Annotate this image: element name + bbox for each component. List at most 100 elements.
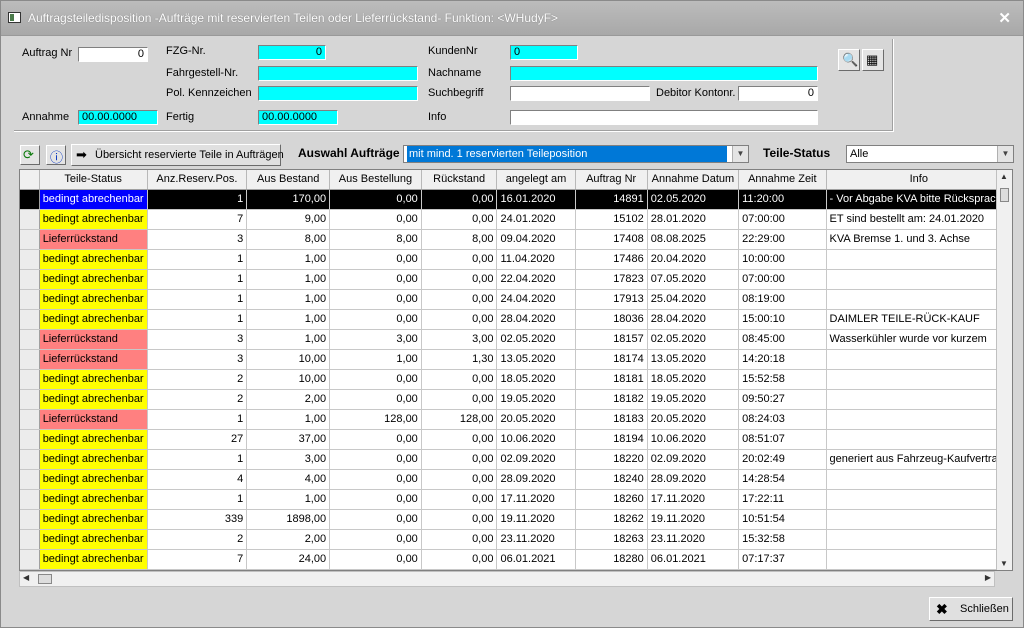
row-selector[interactable] [20,249,40,270]
column-header[interactable]: Teile-Status [39,170,148,190]
kennzeichen-field[interactable] [258,86,418,101]
row-selector[interactable] [20,529,40,550]
info-button[interactable]: ⓘ [46,145,66,165]
vertical-scrollbar[interactable]: ▲ ▼ [996,170,1012,570]
fzg-nr-field[interactable]: 0 [258,45,326,60]
refresh-button[interactable]: ⟳ [20,145,40,165]
row-selector[interactable] [20,209,40,230]
table-row[interactable]: bedingt abrechenbar 2 10,00 0,00 0,00 18.05.2… [20,369,1012,390]
table-row[interactable]: bedingt abrechenbar 1 1,00 0,00 0,00 28.04.20… [20,309,1012,330]
info-label: Info [428,111,447,123]
row-selector[interactable] [20,449,40,470]
column-header[interactable]: Annahme Datum [647,170,740,190]
row-selector[interactable] [20,469,40,490]
dropdown-arrow-icon[interactable]: ▼ [997,146,1013,162]
close-icon[interactable]: ✕ [998,9,1011,27]
cell-bestellung: 0,00 [329,389,422,410]
row-selector[interactable] [20,289,40,310]
row-selector[interactable] [20,389,40,410]
dropdown-arrow-icon[interactable]: ▼ [732,146,748,162]
row-selector[interactable] [20,489,40,510]
annahme-field[interactable]: 00.00.0000 [78,110,158,125]
column-header[interactable]: Info [826,170,1012,190]
column-header[interactable]: Aus Bestellung [329,170,422,190]
table-row[interactable]: bedingt abrechenbar 4 4,00 0,00 0,00 28.09.20… [20,469,1012,490]
row-selector[interactable] [20,329,40,350]
cell-info [826,249,1012,270]
table-row[interactable]: bedingt abrechenbar 1 170,00 0,00 0,00 16.01.… [20,189,1012,210]
close-button[interactable]: ✖ Schließen [929,597,1013,621]
table-row[interactable]: Lieferrückstand 3 1,00 3,00 3,00 02.05.2020 18… [20,329,1012,350]
cell-bestellung: 128,00 [329,409,422,430]
cell-info [826,489,1012,510]
column-header[interactable]: Annahme Zeit [738,170,827,190]
cell-anz: 3 [147,329,248,350]
horizontal-scrollbar[interactable]: ◀ ▶ [19,571,995,587]
info-icon: ⓘ [50,150,64,165]
auftrag-nr-field[interactable]: 0 [78,47,148,62]
row-selector[interactable] [20,429,40,450]
table-row[interactable]: bedingt abrechenbar 7 24,00 0,00 0,00 06.01.2… [20,549,1012,570]
overview-reserved-button[interactable]: ➡ Übersicht reservierte Teile in Aufträg… [71,144,284,166]
row-selector[interactable] [20,369,40,390]
table-row[interactable]: bedingt abrechenbar 27 37,00 0,00 0,00 10.06.… [20,429,1012,450]
table-row[interactable]: Lieferrückstand 3 10,00 1,00 1,30 13.05.2020 1… [20,349,1012,370]
fertig-field[interactable]: 00.00.0000 [258,110,338,125]
scroll-up-icon[interactable]: ▲ [1000,172,1008,181]
cell-info: ET sind bestellt am: 24.01.2020 [826,209,1012,230]
fahrgestell-field[interactable] [258,66,418,81]
cell-info [826,549,1012,570]
table-row[interactable]: bedingt abrechenbar 1 1,00 0,00 0,00 24.04.20… [20,289,1012,310]
nachname-field[interactable] [510,66,818,81]
scroll-left-icon[interactable]: ◀ [23,573,29,582]
table-row[interactable]: bedingt abrechenbar 2 2,00 0,00 0,00 23.11.20… [20,529,1012,550]
row-selector[interactable] [20,269,40,290]
auswahl-label: Auswahl Aufträge [298,146,400,160]
scroll-right-icon[interactable]: ▶ [985,573,991,582]
column-header[interactable]: Auftrag Nr [575,170,648,190]
cell-status: Lieferrückstand [39,329,148,350]
cell-status: bedingt abrechenbar [39,269,148,290]
row-selector[interactable] [20,189,40,210]
table-row[interactable]: bedingt abrechenbar 7 9,00 0,00 0,00 24.01.20… [20,209,1012,230]
info-field[interactable] [510,110,818,125]
column-header[interactable]: angelegt am [496,170,576,190]
table-row[interactable]: bedingt abrechenbar 1 3,00 0,00 0,00 02.09.20… [20,449,1012,470]
cell-bestellung: 0,00 [329,209,422,230]
row-selector[interactable] [20,409,40,430]
table-row[interactable]: bedingt abrechenbar 1 1,00 0,00 0,00 11.04.20… [20,249,1012,270]
column-header[interactable]: Rückstand [421,170,498,190]
search-print-button[interactable]: 🔍 [838,49,860,71]
row-selector[interactable] [20,349,40,370]
cell-datum: 02.09.2020 [647,449,740,470]
table-row[interactable]: bedingt abrechenbar 2 2,00 0,00 0,00 19.05.20… [20,389,1012,410]
cell-zeit: 07:00:00 [738,209,827,230]
table-row[interactable]: bedingt abrechenbar 339 1898,00 0,00 0,00 19.… [20,509,1012,530]
kundennr-field[interactable]: 0 [510,45,578,60]
row-selector[interactable] [20,229,40,250]
overview-button-label: Übersicht reservierte Teile in Aufträgen [95,149,284,161]
table-row[interactable]: Lieferrückstand 1 1,00 128,00 128,00 20.05.20… [20,409,1012,430]
cell-bestand: 1,00 [246,409,331,430]
row-selector[interactable] [20,509,40,530]
table-row[interactable]: bedingt abrechenbar 1 1,00 0,00 0,00 17.11.20… [20,489,1012,510]
debitor-field[interactable]: 0 [738,86,818,101]
suchbegriff-field[interactable] [510,86,650,101]
cell-datum: 20.04.2020 [647,249,740,270]
row-selector[interactable] [20,309,40,330]
cell-anz: 2 [147,389,248,410]
cell-info [826,389,1012,410]
table-row[interactable]: Lieferrückstand 3 8,00 8,00 8,00 09.04.2020 17… [20,229,1012,250]
teile-status-select[interactable]: Alle ▼ [846,145,1014,163]
scroll-thumb[interactable] [1000,188,1009,202]
auswahl-select[interactable]: mit mind. 1 reservierten Teileposition ▼ [403,145,749,163]
row-selector[interactable] [20,549,40,570]
column-header[interactable]: Anz.Reserv.Pos. [147,170,248,190]
scroll-down-icon[interactable]: ▼ [1000,559,1008,568]
scroll-thumb[interactable] [38,574,52,584]
cell-status: bedingt abrechenbar [39,309,148,330]
export-button[interactable]: ▦ [862,49,884,71]
column-header[interactable]: Aus Bestand [246,170,331,190]
cell-angelegt: 23.11.2020 [496,529,576,550]
table-row[interactable]: bedingt abrechenbar 1 1,00 0,00 0,00 22.04.20… [20,269,1012,290]
